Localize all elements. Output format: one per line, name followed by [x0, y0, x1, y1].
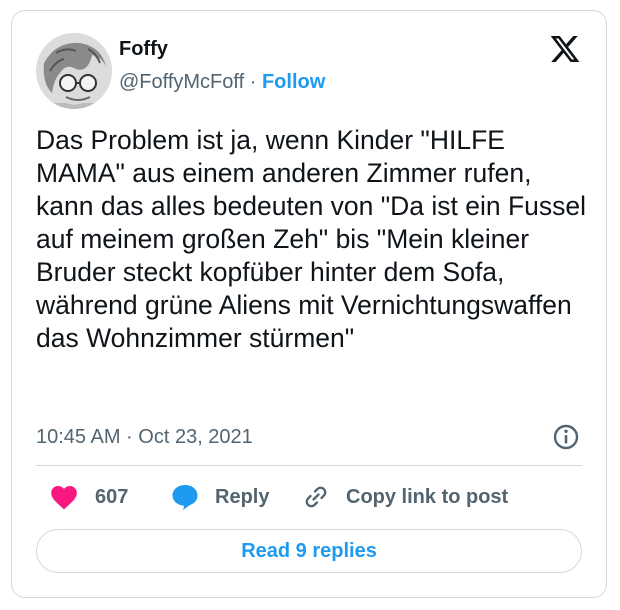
follow-button[interactable]: Follow	[262, 71, 325, 93]
copy-link-label: Copy link to post	[346, 485, 509, 508]
divider	[36, 465, 582, 466]
avatar-photo-icon	[36, 33, 112, 109]
like-count: 607	[95, 485, 129, 508]
info-icon[interactable]	[550, 421, 582, 453]
tweet-text: Das Problem ist ja, wenn Kinder "HILFE M…	[36, 125, 587, 353]
like-button[interactable]: 607	[50, 479, 128, 515]
reply-label: Reply	[215, 485, 270, 508]
tweet-card: Foffy @FoffyMcFoff · Follow Das Problem …	[11, 10, 607, 598]
action-bar: 607 Reply Copy link to post	[36, 479, 582, 515]
author-meta: @FoffyMcFoff · Follow	[119, 70, 325, 94]
x-logo-icon[interactable]	[548, 33, 582, 65]
meta-separator: ·	[249, 71, 257, 93]
author-handle[interactable]: @FoffyMcFoff	[119, 71, 244, 93]
reply-button[interactable]: Reply	[170, 479, 269, 515]
heart-icon	[51, 486, 77, 510]
copy-link-button[interactable]: Copy link to post	[302, 479, 508, 515]
read-replies-button[interactable]: Read 9 replies	[36, 529, 582, 573]
speech-bubble-icon	[172, 485, 198, 510]
link-icon	[305, 486, 327, 508]
tweet-timestamp[interactable]: 10:45 AM · Oct 23, 2021	[36, 425, 253, 449]
author-display-name[interactable]: Foffy	[119, 37, 168, 61]
avatar[interactable]	[36, 33, 112, 109]
